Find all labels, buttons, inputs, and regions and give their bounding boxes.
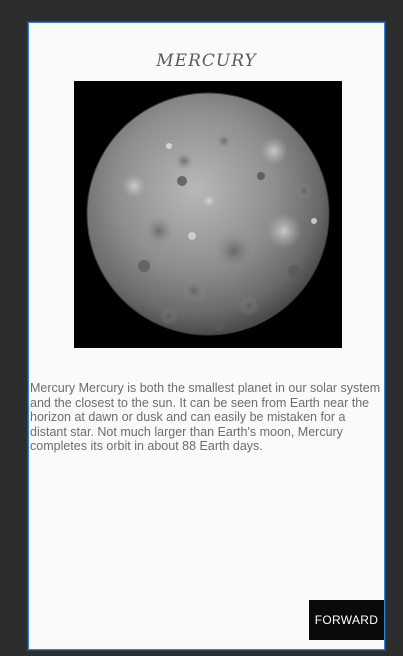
planet-description: Mercury Mercury is both the smallest pla… (30, 381, 381, 453)
app-screen: MERCURY Mercury Mercury is both the smal… (28, 22, 385, 650)
page-title: MERCURY (156, 51, 257, 71)
forward-button[interactable]: FORWARD (309, 600, 384, 640)
planet-image (74, 81, 342, 348)
mercury-planet-graphic (74, 81, 342, 348)
device-background: MERCURY Mercury Mercury is both the smal… (0, 0, 403, 656)
